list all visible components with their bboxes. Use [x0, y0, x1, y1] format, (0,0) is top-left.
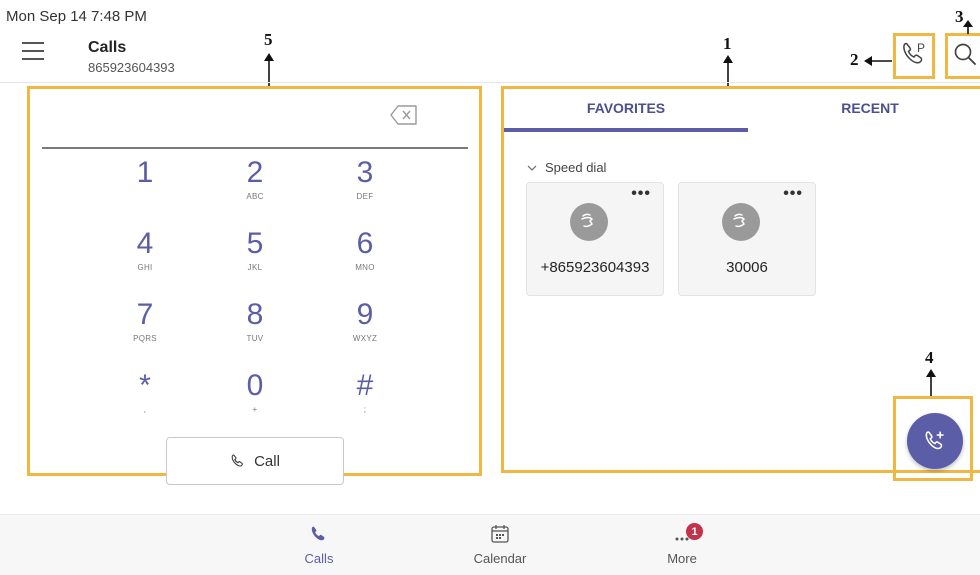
dial-key-digit: 3	[356, 156, 374, 189]
contact-phone-icon	[733, 213, 746, 228]
status-bar-datetime: Mon Sep 14 7:48 PM	[6, 8, 147, 25]
speed-dial-card[interactable]: ••• 30006	[678, 182, 816, 296]
dial-key-digit: 2	[246, 156, 264, 189]
dial-key-digit: 5	[246, 227, 264, 260]
dial-key-letters: DEF	[356, 192, 374, 201]
page-title: Calls	[88, 39, 127, 56]
dial-key-4[interactable]: 4 GHI	[95, 228, 195, 290]
dial-input-line[interactable]	[42, 147, 468, 149]
annotation-arrow-2	[864, 56, 892, 66]
phone-add-icon	[925, 431, 944, 450]
dial-key-letters: ;	[363, 405, 367, 414]
phone-icon	[231, 454, 243, 467]
call-button[interactable]: Call	[166, 437, 344, 485]
tab-recent[interactable]: RECENT	[748, 100, 980, 116]
phone-icon	[311, 526, 325, 541]
dial-key-digit: 8	[246, 298, 264, 331]
nav-item-more[interactable]: 1 More	[637, 521, 727, 566]
backspace-icon[interactable]	[390, 104, 418, 126]
dial-key-digit: 4	[136, 227, 154, 260]
dial-key-2[interactable]: 2 ABC	[205, 157, 305, 219]
dial-key-letters: TUV	[246, 334, 264, 343]
dial-key-digit: 9	[356, 298, 374, 331]
bottom-navigation: Calls Calendar 1 More	[0, 514, 980, 575]
speed-dial-label: Speed dial	[545, 160, 607, 175]
dial-key-1[interactable]: 1	[95, 157, 195, 219]
contact-name: +865923604393	[540, 259, 650, 276]
search-button[interactable]	[952, 41, 980, 71]
dial-key-letters: PQRS	[133, 334, 157, 343]
dial-key-digit: #	[356, 369, 374, 402]
dial-key-digit: 6	[356, 227, 374, 260]
contact-avatar	[722, 203, 760, 241]
call-park-button[interactable]: P	[900, 40, 928, 72]
speed-dial-group-header[interactable]: Speed dial	[527, 160, 606, 175]
more-options-icon[interactable]: •••	[783, 185, 803, 203]
dial-key-9[interactable]: 9 WXYZ	[315, 299, 415, 361]
dial-key-letters: MNO	[355, 263, 375, 272]
annotation-number-1: 1	[723, 34, 732, 53]
annotation-number-2: 2	[850, 50, 859, 69]
dial-key-0[interactable]: 0 +	[205, 370, 305, 432]
dial-key-8[interactable]: 8 TUV	[205, 299, 305, 361]
dial-key-hash[interactable]: #;	[315, 370, 415, 432]
nav-item-calendar[interactable]: Calendar	[455, 521, 545, 566]
dial-key-6[interactable]: 6 MNO	[315, 228, 415, 290]
page-subtitle: 865923604393	[88, 60, 175, 75]
calendar-icon	[491, 525, 509, 543]
dial-key-letters: ,	[143, 405, 147, 414]
speed-dial-card[interactable]: ••• +865923604393	[526, 182, 664, 296]
annotation-number-5: 5	[264, 30, 273, 49]
notification-badge: 1	[686, 523, 703, 540]
dial-key-letters: JKL	[247, 263, 263, 272]
add-speed-dial-button[interactable]	[907, 413, 963, 469]
dial-key-5[interactable]: 5 JKL	[205, 228, 305, 290]
dial-key-letters: WXYZ	[352, 334, 378, 343]
tab-favorites[interactable]: FAVORITES	[504, 100, 748, 116]
dial-key-digit: 7	[136, 298, 154, 331]
svg-text:P: P	[917, 41, 925, 55]
header-divider	[0, 82, 980, 83]
call-park-icon: P	[903, 41, 925, 64]
dial-key-3[interactable]: 3 DEF	[315, 157, 415, 219]
contact-name: 30006	[726, 259, 768, 276]
search-icon	[954, 43, 976, 65]
nav-label: More	[667, 551, 697, 566]
dial-key-7[interactable]: 7 PQRS	[95, 299, 195, 361]
dial-key-digit: 0	[246, 369, 264, 402]
nav-label: Calendar	[473, 551, 527, 566]
call-button-label: Call	[254, 452, 280, 470]
hamburger-menu-icon[interactable]	[22, 42, 44, 60]
tab-selected-indicator	[504, 128, 748, 132]
dial-key-letters: GHI	[137, 263, 153, 272]
contact-phone-icon	[581, 213, 594, 228]
chevron-down-icon	[527, 165, 537, 171]
contact-avatar	[570, 203, 608, 241]
annotation-arrow-3	[963, 20, 973, 34]
dial-key-digit: 1	[136, 156, 154, 189]
dial-key-digit: *	[139, 369, 151, 402]
dial-key-letters: +	[252, 405, 258, 414]
nav-item-calls[interactable]: Calls	[274, 521, 364, 566]
annotation-arrow-5	[264, 53, 274, 86]
dial-key-star[interactable]: *,	[95, 370, 195, 432]
nav-label: Calls	[304, 551, 334, 566]
dial-key-letters: ABC	[246, 192, 264, 201]
more-options-icon[interactable]: •••	[631, 185, 651, 203]
